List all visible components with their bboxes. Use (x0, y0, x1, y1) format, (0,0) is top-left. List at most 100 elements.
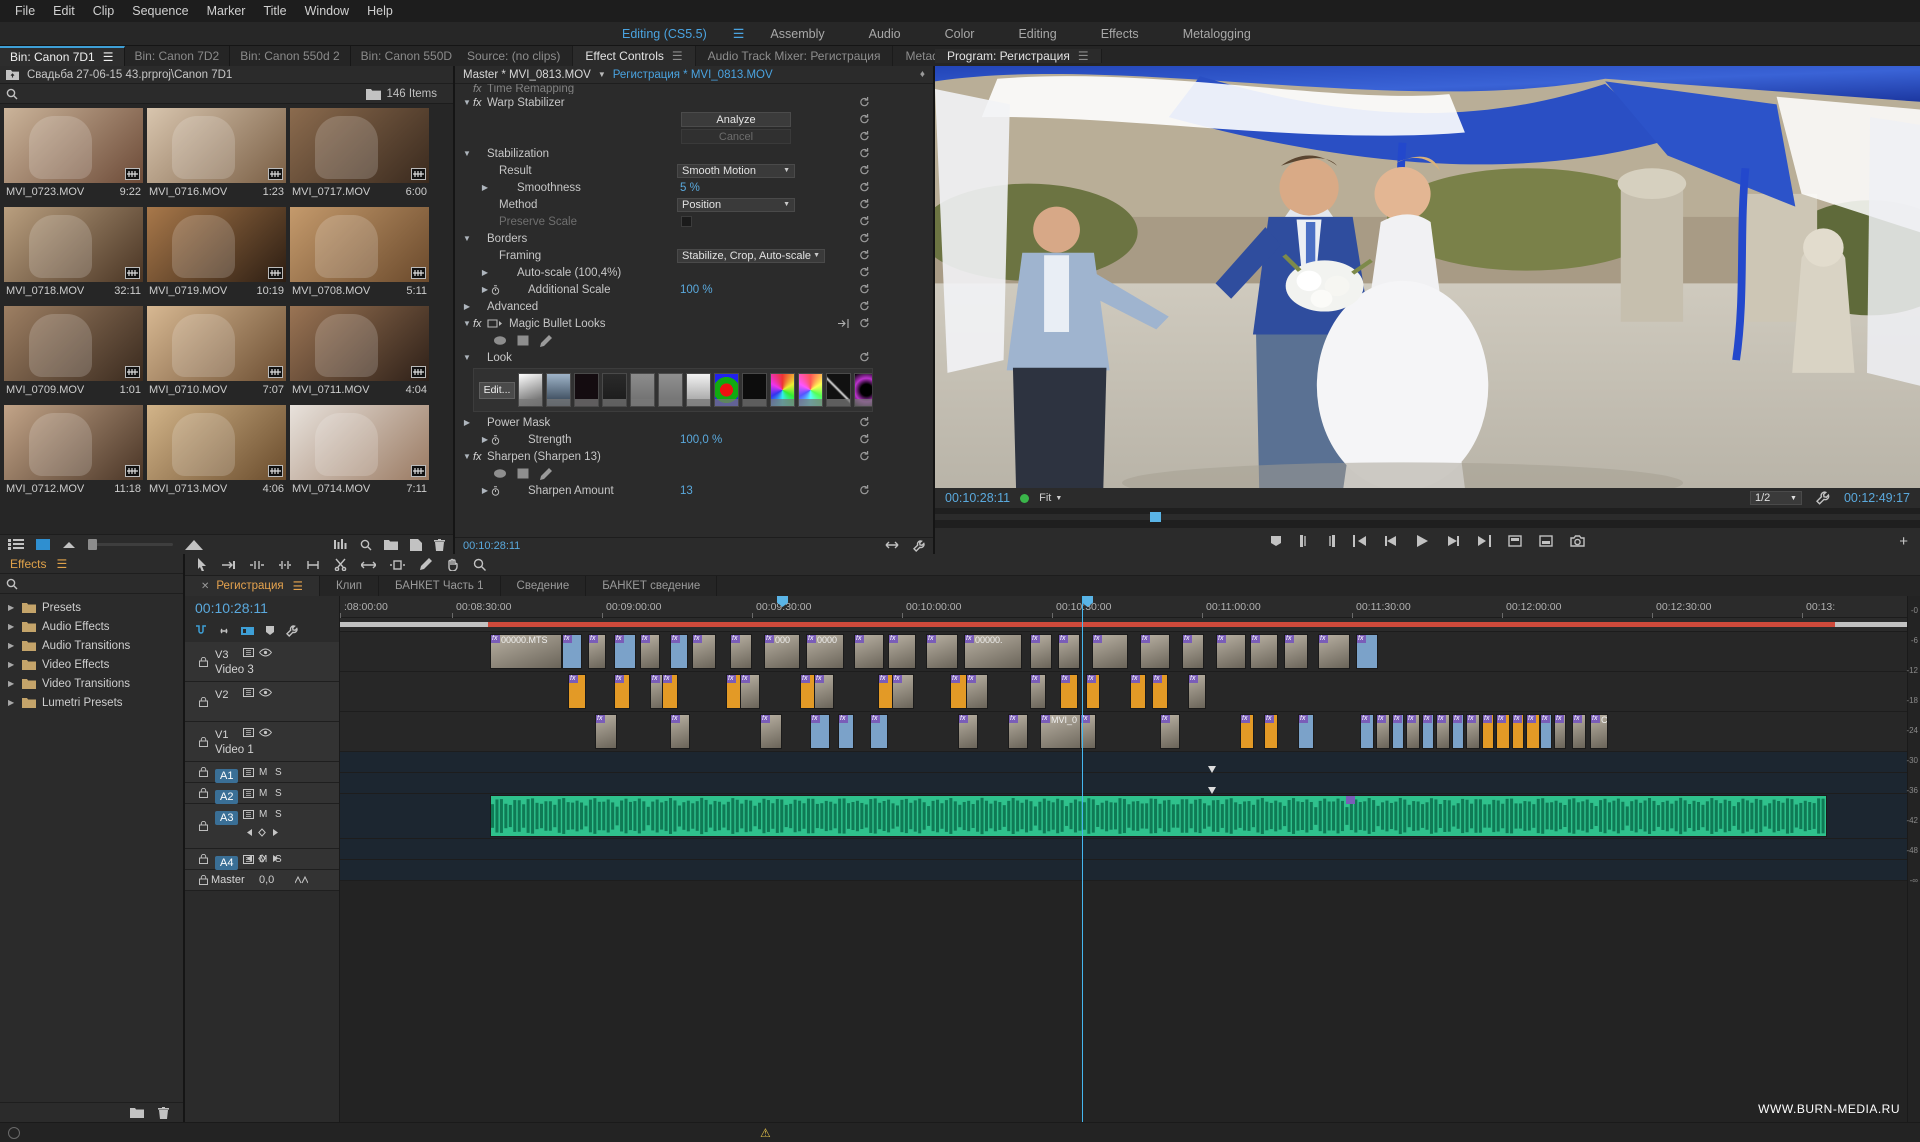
timeline-clip[interactable]: fx (1298, 714, 1314, 749)
workspace-tab-audio[interactable]: Audio (847, 22, 923, 46)
timeline-clip[interactable]: fx (1436, 714, 1450, 749)
eye-icon[interactable] (259, 688, 272, 697)
sort-icon[interactable] (334, 539, 348, 550)
twirl-down-icon[interactable]: ▼ (461, 353, 473, 362)
solo-track-button[interactable]: S (275, 809, 282, 820)
fx-icon[interactable]: fx (473, 84, 487, 94)
timeline-clip[interactable]: fx (1318, 634, 1350, 669)
timeline-clip[interactable]: fx (966, 674, 988, 709)
parameter-value[interactable]: 100,0 % (680, 434, 722, 446)
effect-control-row-sharpen-sharpen-13-[interactable]: ▼ fx Sharpen (Sharpen 13) (455, 448, 880, 465)
timeline-clip[interactable]: fx (670, 714, 690, 749)
bin-clip-item[interactable]: MVI_0713.MOV 4:06 (147, 405, 286, 501)
button-editor-icon[interactable]: + (1899, 533, 1908, 550)
twirl-right-icon[interactable]: ▶ (479, 183, 491, 192)
timeline-clip[interactable]: fx (662, 674, 678, 709)
zoom-in-icon[interactable] (185, 539, 203, 550)
linked-selection-icon[interactable] (218, 625, 230, 637)
fx-icon[interactable]: fx (473, 451, 487, 463)
solo-track-button[interactable]: S (275, 788, 282, 799)
go-to-in-icon[interactable] (1353, 535, 1367, 547)
look-preset-thumbnail[interactable] (854, 373, 872, 407)
look-preset-thumbnail[interactable] (826, 373, 851, 407)
new-item-icon[interactable] (410, 538, 422, 551)
effect-control-row-cancel[interactable]: Cancel (455, 128, 880, 145)
reset-parameter-icon[interactable] (859, 284, 870, 295)
reset-parameter-icon[interactable] (859, 301, 870, 312)
twirl-right-icon[interactable]: ▶ (479, 268, 491, 277)
timeline-clip[interactable]: fx (1264, 714, 1278, 749)
timeline-clip[interactable]: fx 00000. (964, 634, 1022, 669)
pen-tool-icon[interactable] (419, 558, 432, 571)
timeline-timecode[interactable]: 00:10:28:11 (185, 596, 339, 620)
bin-tab-0[interactable]: Bin: Canon 7D1 ☰ (0, 46, 125, 66)
panel-menu-icon[interactable]: ☰ (56, 557, 67, 571)
new-custom-bin-icon[interactable] (130, 1107, 144, 1118)
close-icon[interactable]: ✕ (201, 581, 209, 592)
workspace-active[interactable]: Editing (CS5.5) (600, 22, 729, 46)
timeline-tab-4[interactable]: БАНКЕТ сведение (586, 576, 718, 596)
parent-folder-icon[interactable] (6, 69, 19, 80)
timeline-clip[interactable]: fx (1422, 714, 1434, 749)
slip-tool-icon[interactable] (361, 559, 376, 571)
effect-controls-tab-0[interactable]: Source: (no clips) (455, 46, 574, 66)
effect-control-row-analyze[interactable]: Analyze (455, 111, 880, 128)
bin-clip-item[interactable]: MVI_0719.MOV 10:19 (147, 207, 286, 303)
timeline-clip[interactable]: fx (1526, 714, 1540, 749)
timeline-clip[interactable]: fx (1182, 634, 1204, 669)
timeline-clip[interactable]: fx 000 (764, 634, 800, 669)
track-lock-icon[interactable] (199, 696, 208, 707)
timeline-clip[interactable]: fx (1360, 714, 1374, 749)
track-lane-a1[interactable] (340, 752, 1907, 773)
twirl-right-icon[interactable]: ▶ (8, 603, 16, 612)
timeline-clip[interactable]: fx (1188, 674, 1206, 709)
timeline-clip[interactable]: fx (1496, 714, 1510, 749)
panel-menu-icon[interactable]: ☰ (672, 49, 683, 63)
track-marker-icon[interactable] (1208, 787, 1216, 794)
reset-parameter-icon[interactable] (859, 485, 870, 496)
timeline-playhead[interactable] (1082, 596, 1083, 1122)
timeline-clip[interactable]: fx (926, 634, 958, 669)
timeline-ruler[interactable]: :08:00:00 00:08:30:00 00:09:00:00 00:09:30:… (340, 596, 1907, 618)
timeline-clip[interactable]: fx (1130, 674, 1146, 709)
timeline-clip[interactable]: fx (1452, 714, 1464, 749)
workspace-tab-assembly[interactable]: Assembly (748, 22, 846, 46)
timeline-clip[interactable]: fx (870, 714, 888, 749)
twirl-down-icon[interactable]: ▼ (461, 319, 473, 328)
mute-track-button[interactable]: M (259, 767, 267, 778)
look-preset-thumbnail[interactable] (630, 373, 655, 407)
timeline-clip[interactable]: fx 00000.MTS (490, 634, 562, 669)
track-lane-a3[interactable] (340, 794, 1907, 839)
timeline-clip[interactable]: fx (1466, 714, 1480, 749)
workspace-menu-icon[interactable]: ☰ (729, 26, 749, 42)
eye-icon[interactable] (259, 728, 272, 737)
mark-out-icon[interactable] (1326, 535, 1336, 547)
timeline-clip[interactable]: fx (740, 674, 760, 709)
look-preset-thumbnail[interactable] (546, 373, 571, 407)
effect-controls-tab-2[interactable]: Audio Track Mixer: Регистрация (695, 46, 894, 66)
timeline-clip[interactable]: fx (1572, 714, 1586, 749)
twirl-right-icon[interactable]: ▶ (461, 302, 473, 311)
timeline-tab-1[interactable]: Клип (319, 576, 379, 596)
workspace-tab-effects[interactable]: Effects (1079, 22, 1161, 46)
track-lock-icon[interactable] (199, 875, 208, 885)
go-to-out-icon[interactable] (1477, 535, 1491, 547)
find-icon[interactable] (360, 539, 372, 551)
track-lane-a2[interactable] (340, 773, 1907, 794)
effect-control-row-borders[interactable]: ▼ Borders (455, 230, 880, 247)
delete-custom-item-icon[interactable] (158, 1106, 169, 1119)
timeline-clip[interactable]: fx (1060, 674, 1078, 709)
effect-control-row-result[interactable]: Result Smooth Motion ▼ (455, 162, 880, 179)
look-preset-thumbnail[interactable] (574, 373, 599, 407)
bin-clip-item[interactable]: MVI_0718.MOV 32:11 (4, 207, 143, 303)
toggle-track-output-icon[interactable] (243, 810, 254, 819)
ellipse-mask-icon[interactable] (493, 468, 507, 479)
track-header-v2[interactable]: V2 (185, 682, 339, 722)
effect-control-row-power-mask[interactable]: ▶ Power Mask (455, 414, 880, 431)
timeline-clip[interactable]: fx (1250, 634, 1278, 669)
track-lock-icon[interactable] (199, 854, 208, 864)
timeline-clip[interactable]: fx (1240, 714, 1254, 749)
workspace-tab-color[interactable]: Color (923, 22, 997, 46)
program-playhead[interactable] (1150, 512, 1161, 522)
effect-control-row-additional-scale[interactable]: ▶ Additional Scale 100 % (455, 281, 880, 298)
